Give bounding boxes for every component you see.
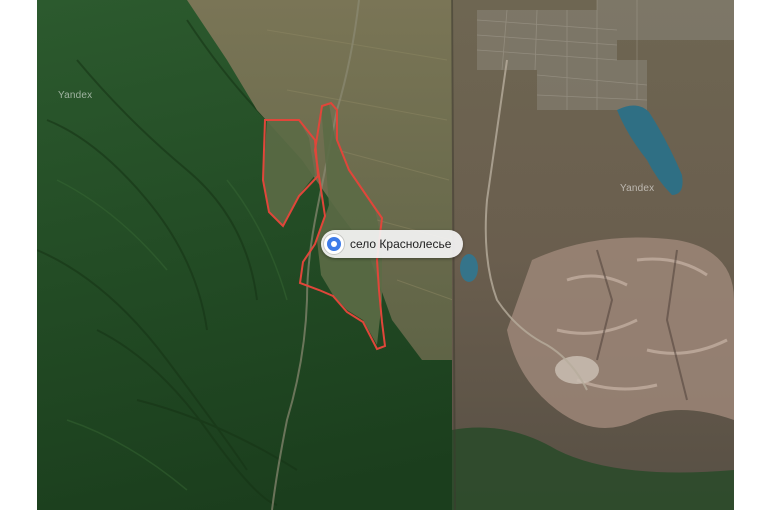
yandex-watermark: Yandex: [620, 183, 655, 194]
place-label: село Краснолесье: [350, 237, 452, 251]
location-pin-icon: [324, 234, 344, 254]
satellite-map[interactable]: Yandex Yandex село Краснолесье: [37, 0, 734, 510]
pond: [460, 254, 478, 282]
place-marker[interactable]: село Краснолесье: [321, 230, 464, 258]
yandex-watermark: Yandex: [58, 90, 93, 101]
